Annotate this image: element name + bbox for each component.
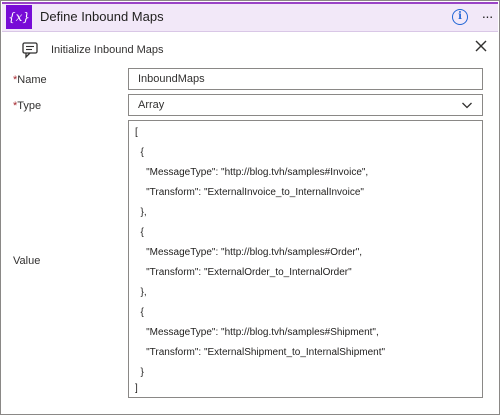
info-icon[interactable]: i	[452, 9, 468, 25]
type-label-text: Type	[17, 100, 42, 112]
action-subtitle: Initialize Inbound Maps	[51, 44, 164, 56]
type-select-value: Array	[138, 99, 165, 111]
value-line: "MessageType": "http://blog.tvh/samples#…	[135, 247, 363, 258]
value-line: [	[135, 127, 138, 138]
value-line: }	[135, 367, 144, 378]
value-textarea[interactable]: [ { "MessageType": "http://blog.tvh/samp…	[128, 120, 483, 398]
value-line: {	[135, 227, 144, 238]
card-header[interactable]: {x} Define Inbound Maps i ···	[2, 2, 498, 32]
value-line: },	[135, 287, 147, 298]
name-label: *Name	[13, 74, 47, 86]
value-label: Value	[13, 255, 41, 267]
chevron-down-icon[interactable]	[461, 99, 473, 111]
value-line: "Transform": "ExternalInvoice_to_Interna…	[135, 187, 364, 198]
action-card: {x} Define Inbound Maps i ··· Initialize…	[0, 0, 500, 415]
type-select[interactable]: Array	[128, 94, 483, 116]
value-line: {	[135, 307, 144, 318]
value-line: "MessageType": "http://blog.tvh/samples#…	[135, 327, 379, 338]
close-icon[interactable]	[473, 38, 489, 54]
comment-icon	[22, 42, 38, 59]
value-line: {	[135, 147, 144, 158]
value-line: "Transform": "ExternalOrder_to_InternalO…	[135, 267, 352, 278]
value-line: "Transform": "ExternalShipment_to_Intern…	[135, 347, 386, 358]
type-label: *Type	[13, 100, 41, 112]
variable-icon: {x}	[6, 5, 32, 29]
value-line: "MessageType": "http://blog.tvh/samples#…	[135, 167, 369, 178]
more-options-icon[interactable]: ···	[480, 7, 494, 27]
name-input[interactable]: InboundMaps	[128, 68, 483, 90]
card-title[interactable]: Define Inbound Maps	[40, 9, 164, 24]
value-line: ]	[135, 383, 138, 394]
value-line: },	[135, 207, 147, 218]
name-label-text: Name	[17, 74, 47, 86]
